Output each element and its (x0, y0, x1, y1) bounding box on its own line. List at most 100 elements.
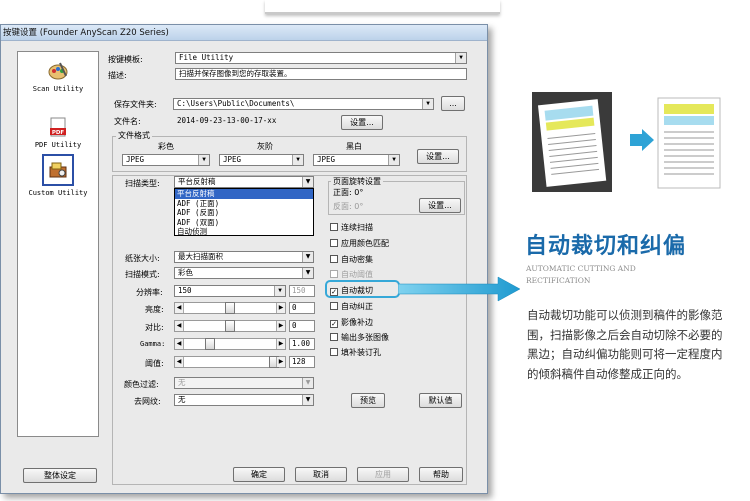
dropdown-option[interactable]: 平台反射稿 (175, 189, 313, 199)
color-format-select[interactable]: JPEG ▼ (122, 154, 210, 166)
chevron-down-icon: ▼ (274, 286, 285, 296)
ok-button[interactable]: 确定 (233, 467, 285, 482)
dropdown-option[interactable]: 自动侦测 (175, 227, 313, 237)
arrow-left-icon[interactable]: ◀ (175, 321, 184, 331)
auto-threshold-checkbox[interactable]: 自动阈值 (330, 269, 373, 280)
scan-type-value: 平台反射稿 (178, 177, 216, 186)
gray-format-select[interactable]: JPEG ▼ (219, 154, 304, 166)
template-select[interactable]: File Utility ▼ (175, 52, 467, 64)
slider-thumb[interactable] (225, 302, 235, 314)
filename-settings-button[interactable]: 设置... (341, 115, 383, 130)
dropdown-option[interactable]: ADF (双面) (175, 218, 313, 228)
chevron-down-icon: ▼ (455, 53, 466, 63)
dropdown-option[interactable]: ADF (反面) (175, 208, 313, 218)
contrast-value[interactable]: 0 (289, 320, 315, 332)
color-format-value: JPEG (126, 155, 145, 164)
gamma-value[interactable]: 1.00 (289, 338, 315, 350)
tool-pdf-utility[interactable]: PDF PDF Utility (18, 116, 98, 149)
deskew-illustration (532, 92, 721, 192)
checkbox-label: 自动密集 (341, 255, 373, 264)
palette-icon (47, 60, 69, 82)
feature-subtitle: AUTOMATIC CUTTING AND RECTIFICATION (526, 264, 636, 285)
descreen-select[interactable]: 无 ▼ (174, 394, 314, 406)
brightness-slider[interactable]: ◀ ▶ (174, 302, 286, 314)
scan-type-dropdown: 平台反射稿 ADF (正面) ADF (反面) ADF (双面) 自动侦测 (174, 188, 314, 236)
threshold-slider[interactable]: ◀ ▶ (174, 356, 286, 368)
continuous-scan-checkbox[interactable]: 连续扫描 (330, 222, 373, 233)
chevron-down-icon: ▼ (302, 395, 313, 405)
rotation-title: 页面旋转设置 (331, 176, 383, 187)
resolution-select[interactable]: 150 ▼ (174, 285, 286, 297)
dialog-title: 按键设置 (Founder AnyScan Z20 Series) (1, 25, 487, 41)
apply-button[interactable]: 应用 (357, 467, 409, 482)
save-folder-select[interactable]: C:\Users\Public\Documents\ ▼ (173, 98, 434, 110)
top-banner-strip (265, 0, 500, 14)
chevron-down-icon: ▼ (198, 155, 209, 165)
gamma-slider[interactable]: ◀ ▶ (174, 338, 286, 350)
scan-mode-select[interactable]: 彩色 ▼ (174, 267, 314, 279)
tilted-document (537, 99, 607, 187)
filename-field[interactable]: 2014-09-23-13-00-17-xx (173, 115, 333, 127)
multi-image-checkbox[interactable]: 输出多张图像 (330, 332, 389, 343)
brightness-value[interactable]: 0 (289, 302, 315, 314)
arrow-right-icon[interactable]: ▶ (276, 339, 285, 349)
file-format-title: 文件格式 (116, 130, 152, 141)
scan-type-select[interactable]: 平台反射稿 ▼ (174, 176, 314, 188)
browse-button[interactable]: ... (441, 96, 465, 111)
paper-size-select[interactable]: 最大扫描面积 ▼ (174, 251, 314, 263)
chevron-down-icon: ▼ (302, 268, 313, 278)
punch-hole-fill-checkbox[interactable]: 填补装订孔 (330, 347, 381, 358)
overall-settings-button[interactable]: 整体设定 (23, 468, 97, 483)
format-settings-button[interactable]: 设置... (417, 149, 459, 164)
color-filter-select[interactable]: 无 ▼ (174, 377, 314, 389)
auto-deskew-checkbox[interactable]: 自动纠正 (330, 301, 373, 312)
scan-mode-value: 彩色 (178, 268, 193, 277)
rotation-back: 反面: 0° (333, 202, 364, 211)
arrow-right-icon (630, 129, 654, 151)
arrow-left-icon[interactable]: ◀ (175, 357, 184, 367)
tool-label: Custom Utility (28, 189, 88, 197)
slider-thumb[interactable] (225, 320, 235, 332)
bw-format-select[interactable]: JPEG ▼ (313, 154, 400, 166)
cancel-button[interactable]: 取消 (295, 467, 347, 482)
paper-size-value: 最大扫描面积 (178, 252, 223, 261)
help-button[interactable]: 帮助 (419, 467, 463, 482)
filename-label: 文件名: (114, 117, 141, 126)
tool-label: PDF Utility (34, 141, 82, 149)
rotation-settings-button[interactable]: 设置... (419, 198, 461, 213)
threshold-value[interactable]: 128 (289, 356, 315, 368)
tool-custom-utility[interactable]: Custom Utility (18, 154, 98, 197)
resolution-box[interactable]: 150 (289, 285, 315, 297)
checkbox-label: 连续扫描 (341, 223, 373, 232)
auto-density-checkbox[interactable]: 自动密集 (330, 254, 373, 265)
default-button[interactable]: 默认值 (419, 393, 462, 408)
edge-fill-checkbox[interactable]: ✓ 影像补边 (330, 317, 373, 328)
color-filter-value: 无 (178, 378, 186, 387)
description-field[interactable]: 扫描并保存图像到您的存取装置。 (175, 68, 467, 80)
checkbox-label: 自动纠正 (341, 302, 373, 311)
threshold-label: 阈值: (145, 359, 164, 368)
description-label: 描述: (108, 71, 127, 80)
slider-thumb[interactable] (205, 338, 215, 350)
contrast-slider[interactable]: ◀ ▶ (174, 320, 286, 332)
bw-format-value: JPEG (317, 155, 336, 164)
pdf-icon: PDF (47, 116, 69, 138)
checkbox-label: 填补装订孔 (341, 348, 381, 357)
dropdown-option[interactable]: ADF (正面) (175, 199, 313, 209)
chevron-down-icon: ▼ (302, 378, 313, 388)
preview-button[interactable]: 预览 (351, 393, 385, 408)
arrow-right-icon[interactable]: ▶ (276, 321, 285, 331)
tool-label: Scan Utility (32, 85, 84, 93)
arrow-left-icon[interactable]: ◀ (175, 339, 184, 349)
gray-format-value: JPEG (223, 155, 242, 164)
arrow-right-icon[interactable]: ▶ (276, 357, 285, 367)
bw-format-label: 黑白 (346, 142, 362, 151)
scan-mode-label: 扫描模式: (125, 270, 160, 279)
arrow-left-icon[interactable]: ◀ (175, 303, 184, 313)
color-match-checkbox[interactable]: 应用颜色匹配 (330, 238, 389, 249)
arrow-right-icon[interactable]: ▶ (276, 303, 285, 313)
tool-scan-utility[interactable]: Scan Utility (18, 60, 98, 93)
color-format-label: 彩色 (158, 142, 174, 151)
chevron-down-icon: ▼ (302, 177, 313, 187)
template-value: File Utility (179, 53, 234, 62)
